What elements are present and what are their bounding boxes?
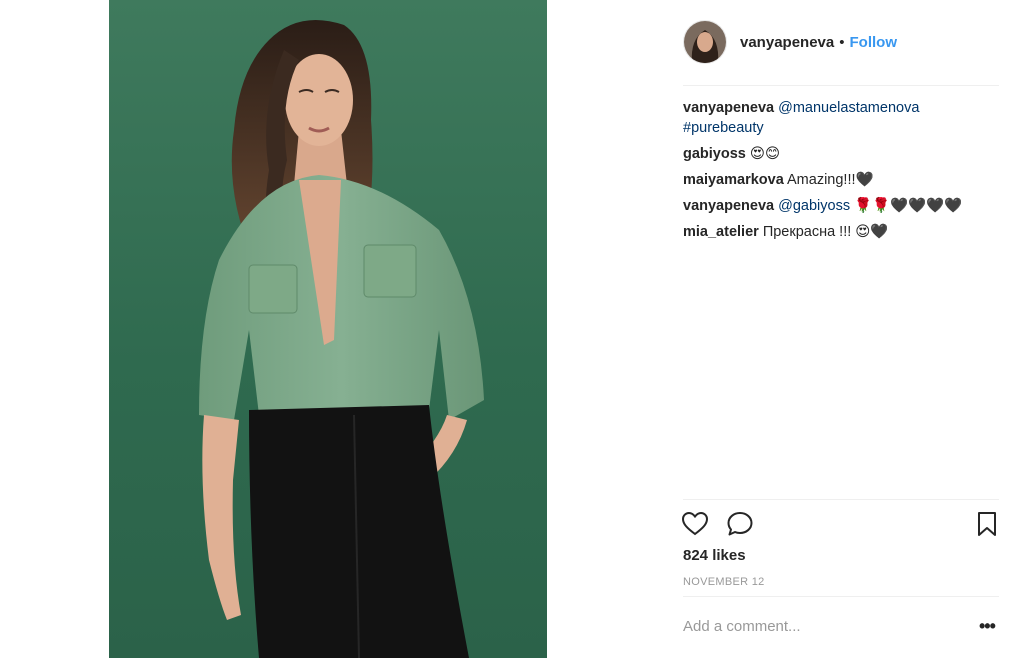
post-photo-illustration — [199, 20, 484, 658]
composer-divider — [683, 596, 999, 597]
comment-item: vanyapeneva @manuelastamenova #purebeaut… — [683, 98, 999, 138]
more-options-icon[interactable]: ••• — [979, 616, 996, 637]
comment-username[interactable]: vanyapeneva — [683, 100, 774, 116]
comment-text: 😍😊 — [749, 146, 781, 162]
comment-item: maiyamarkova Amazing!!!🖤 — [683, 170, 999, 190]
comment-text: Прекрасна !!! 😍🖤 — [762, 224, 889, 240]
follow-button[interactable]: Follow — [850, 34, 898, 51]
post-header: vanyapeneva • Follow — [683, 18, 999, 66]
heart-icon[interactable] — [681, 510, 709, 538]
comments-list: vanyapeneva @manuelastamenova #purebeaut… — [683, 98, 999, 248]
comment-input[interactable]: Add a comment... — [683, 618, 801, 635]
header-divider — [683, 85, 999, 86]
avatar-image — [684, 21, 726, 63]
separator-dot: • — [839, 33, 845, 51]
speech-bubble-icon[interactable] — [726, 510, 754, 538]
comment-username[interactable]: vanyapeneva — [683, 198, 774, 214]
avatar[interactable] — [683, 20, 727, 64]
comment-text: Amazing!!!🖤 — [787, 172, 874, 188]
comment-username[interactable]: gabiyoss — [683, 146, 746, 162]
mention-link[interactable]: @manuelastamenova — [778, 100, 919, 116]
action-bar — [681, 510, 1001, 540]
likes-count[interactable]: 824 likes — [683, 547, 746, 564]
comment-username[interactable]: mia_atelier — [683, 224, 759, 240]
comment-item: vanyapeneva @gabiyoss 🌹🌹🖤🖤🖤🖤 — [683, 196, 999, 216]
comment-username[interactable]: maiyamarkova — [683, 172, 784, 188]
comment-item: mia_atelier Прекрасна !!! 😍🖤 — [683, 222, 999, 242]
hashtag-link[interactable]: #purebeauty — [683, 120, 764, 136]
mention-link[interactable]: @gabiyoss — [778, 198, 850, 214]
comment-item: gabiyoss 😍😊 — [683, 144, 999, 164]
bookmark-icon[interactable] — [973, 510, 1001, 538]
post-author-username[interactable]: vanyapeneva — [740, 34, 834, 51]
post-photo[interactable] — [109, 0, 547, 658]
comment-text: 🌹🌹🖤🖤🖤🖤 — [850, 198, 963, 214]
actions-divider — [683, 499, 999, 500]
post-date[interactable]: NOVEMBER 12 — [683, 576, 765, 588]
